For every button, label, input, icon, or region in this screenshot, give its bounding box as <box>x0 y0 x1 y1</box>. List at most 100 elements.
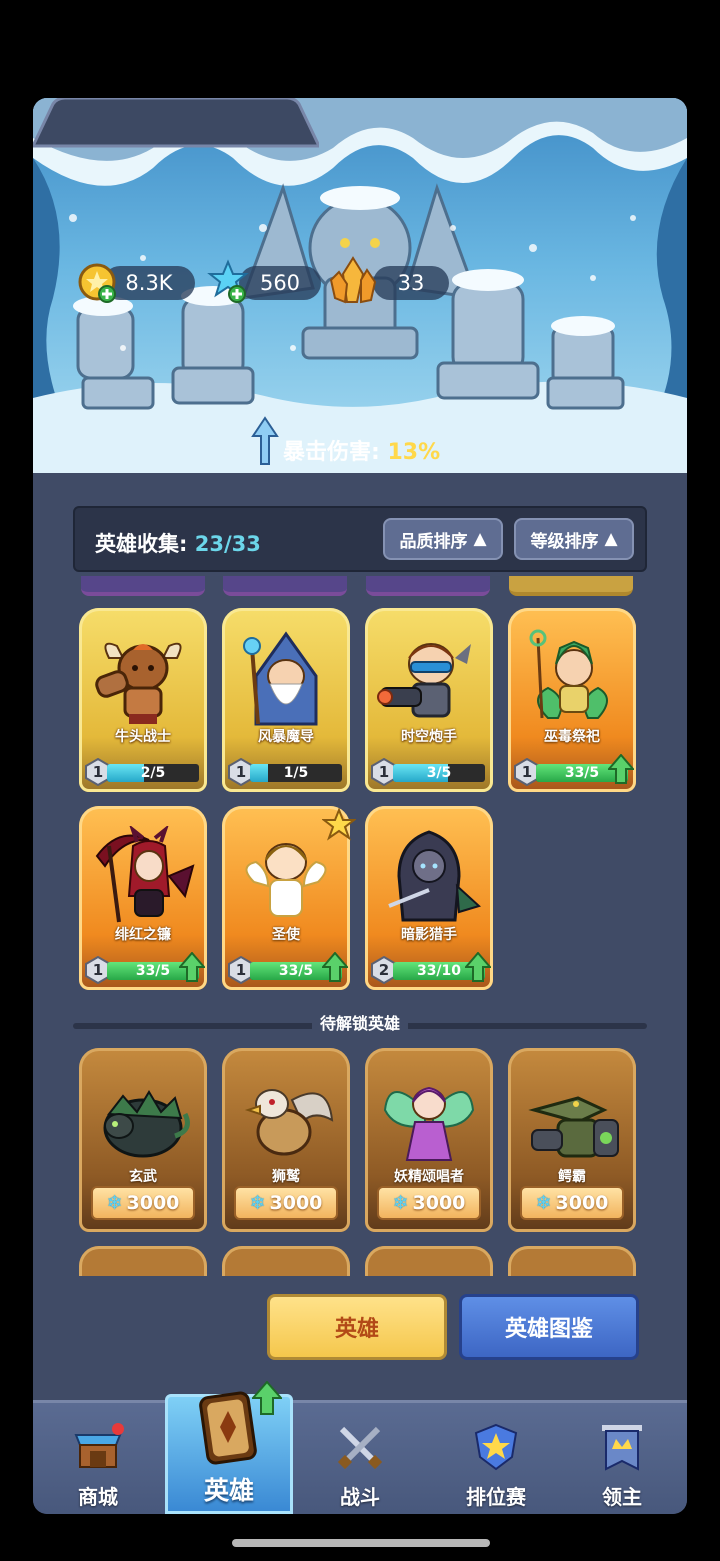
cost-value: 3000 <box>126 1192 180 1214</box>
crossed-swords-icon <box>337 1426 383 1470</box>
hero-card-partial <box>366 576 490 596</box>
tab-lord[interactable]: 领主 <box>557 1403 687 1514</box>
crit-damage-buff: 暴击伤害: 13% <box>283 434 440 466</box>
sort-level-label: 等级排序 <box>530 531 599 552</box>
hero-card-storm-mage[interactable]: 风暴魔导 1 1/5 <box>222 608 350 792</box>
hero-name: 圣使 <box>272 927 300 943</box>
cost-value: 3000 <box>269 1192 323 1214</box>
hero-name: 风暴魔导 <box>258 729 314 745</box>
amber-crystal-icon <box>329 256 377 304</box>
tab-shop[interactable]: 商城 <box>33 1403 163 1514</box>
locked-title-text: 待解锁英雄 <box>311 1014 408 1033</box>
hero-card-partial <box>81 576 205 596</box>
triangle-up-icon: ▲ <box>604 529 618 549</box>
up-arrow-icon <box>251 416 279 465</box>
upgrade-arrow-icon <box>608 754 634 784</box>
ice-cave-scene: 8.3K 560 33 暴击伤害: 13% <box>33 98 687 473</box>
unlock-cost-button[interactable]: ❄ 3000 <box>234 1186 338 1220</box>
locked-hero-card-partial <box>79 1246 207 1276</box>
hero-card-chrono-gunner[interactable]: 时空炮手 1 3/5 <box>365 608 493 792</box>
shard-progress-bar: 2/5 <box>107 764 199 782</box>
locked-section-title: 待解锁英雄 <box>33 1010 687 1034</box>
shadow-hunter-portrait-icon <box>388 830 481 922</box>
hero-name: 妖精颂唱者 <box>394 1169 464 1185</box>
gold-coin-plus-icon[interactable] <box>77 262 119 304</box>
hero-name: 玄武 <box>129 1169 157 1185</box>
blue-gem-icon: ❄ <box>249 1192 266 1214</box>
hero-list-button[interactable]: 英雄 <box>267 1294 447 1360</box>
locked-hero-card-xuanwu[interactable]: 玄武 ❄ 3000 <box>79 1048 207 1232</box>
triangle-up-icon: ▲ <box>473 529 487 549</box>
hero-card-partial <box>223 576 347 596</box>
crystal-value: 33 <box>397 271 425 295</box>
game-frame: 8.3K 560 33 暴击伤害: 13% 英雄收集: 23/33 品质排序 ▲… <box>33 98 687 1514</box>
upgrade-arrow-icon <box>322 952 348 982</box>
cost-value: 3000 <box>412 1192 466 1214</box>
cost-value: 3000 <box>555 1192 609 1214</box>
tab-battle-label: 战斗 <box>340 1485 380 1509</box>
hero-card-partial <box>509 576 633 596</box>
hero-name: 绯红之镰 <box>115 927 171 943</box>
tab-lord-label: 领主 <box>602 1485 642 1509</box>
tab-ranked-label: 排位赛 <box>466 1485 526 1509</box>
tab-hero[interactable]: 英雄 <box>165 1381 293 1514</box>
hero-card-saint-envoy[interactable]: 圣使 1 33/5 <box>222 806 356 990</box>
upgrade-arrow-icon <box>179 952 205 982</box>
unlock-cost-button[interactable]: ❄ 3000 <box>377 1186 481 1220</box>
tab-battle[interactable]: 战斗 <box>295 1403 425 1514</box>
locked-hero-card-croc-lord[interactable]: 鳄霸 ❄ 3000 <box>508 1048 636 1232</box>
hero-codex-button[interactable]: 英雄图鉴 <box>459 1294 639 1360</box>
upgrade-arrow-icon <box>252 1381 282 1415</box>
locked-hero-card-partial <box>222 1246 350 1276</box>
hero-card-voodoo-priest[interactable]: 巫毒祭祀 1 33/5 <box>508 608 636 792</box>
bottom-tab-bar: 商城 战斗 排位赛 领主 <box>33 1400 687 1514</box>
collection-title: 英雄收集: <box>95 532 188 556</box>
crimson-scythe-portrait-icon <box>95 826 195 923</box>
locked-hero-card-griffin[interactable]: 狮鹫 ❄ 3000 <box>222 1048 350 1232</box>
hero-name: 牛头战士 <box>115 729 171 745</box>
minotaur-portrait-icon <box>95 642 182 724</box>
upgrade-arrow-icon <box>465 952 491 982</box>
chrono-gunner-portrait-icon <box>377 643 471 718</box>
buff-label: 暴击伤害: <box>283 440 380 465</box>
tab-ranked[interactable]: 排位赛 <box>431 1403 561 1514</box>
blue-gem-icon: ❄ <box>392 1192 409 1214</box>
locked-hero-card-fairy-singer[interactable]: 妖精颂唱者 ❄ 3000 <box>365 1048 493 1232</box>
progress-text: 2/5 <box>140 765 166 781</box>
shard-progress-bar: 1/5 <box>250 764 342 782</box>
hero-list-label: 英雄 <box>334 1317 379 1342</box>
progress-text: 1/5 <box>283 765 309 781</box>
hero-card-shadow-hunter[interactable]: 暗影猎手 2 33/10 <box>365 806 493 990</box>
home-indicator <box>232 1539 490 1547</box>
unlock-cost-button[interactable]: ❄ 3000 <box>91 1186 195 1220</box>
blue-gem-icon: ❄ <box>535 1192 552 1214</box>
shop-stall-icon <box>74 1423 124 1468</box>
unlock-cost-button[interactable]: ❄ 3000 <box>520 1186 624 1220</box>
hero-card-minotaur[interactable]: 牛头战士 1 2/5 <box>79 608 207 792</box>
progress-text: 3/5 <box>426 765 452 781</box>
gold-value: 8.3K <box>125 271 173 295</box>
crown-banner-icon <box>602 1425 642 1471</box>
shield-badge-icon <box>474 1423 518 1471</box>
sort-quality-label: 品质排序 <box>399 531 468 552</box>
fairy-singer-portrait-icon <box>383 1086 475 1161</box>
crocodile-warrior-portrait-icon <box>528 1096 619 1158</box>
griffin-portrait-icon <box>244 1089 334 1156</box>
buff-value: 13% <box>387 440 441 465</box>
blue-gem-plus-icon[interactable] <box>205 258 251 304</box>
hero-name: 鳄霸 <box>558 1169 586 1185</box>
sort-quality-button[interactable]: 品质排序 ▲ <box>383 518 503 560</box>
gem-value: 560 <box>259 271 301 295</box>
hero-card-crimson-scythe[interactable]: 绯红之镰 1 33/5 <box>79 806 207 990</box>
buff-banner <box>33 98 319 148</box>
locked-hero-card-partial <box>365 1246 493 1276</box>
tab-shop-label: 商城 <box>78 1485 118 1509</box>
locked-hero-card-partial <box>508 1246 636 1276</box>
collection-header: 英雄收集: 23/33 品质排序 ▲ 等级排序 ▲ <box>73 506 647 572</box>
collection-count: 23/33 <box>194 532 261 556</box>
hero-name: 时空炮手 <box>401 729 457 745</box>
shard-progress-bar: 3/5 <box>393 764 485 782</box>
hero-name: 巫毒祭祀 <box>544 729 600 745</box>
sort-level-button[interactable]: 等级排序 ▲ <box>514 518 634 560</box>
collection-label: 英雄收集: 23/33 <box>95 528 261 558</box>
